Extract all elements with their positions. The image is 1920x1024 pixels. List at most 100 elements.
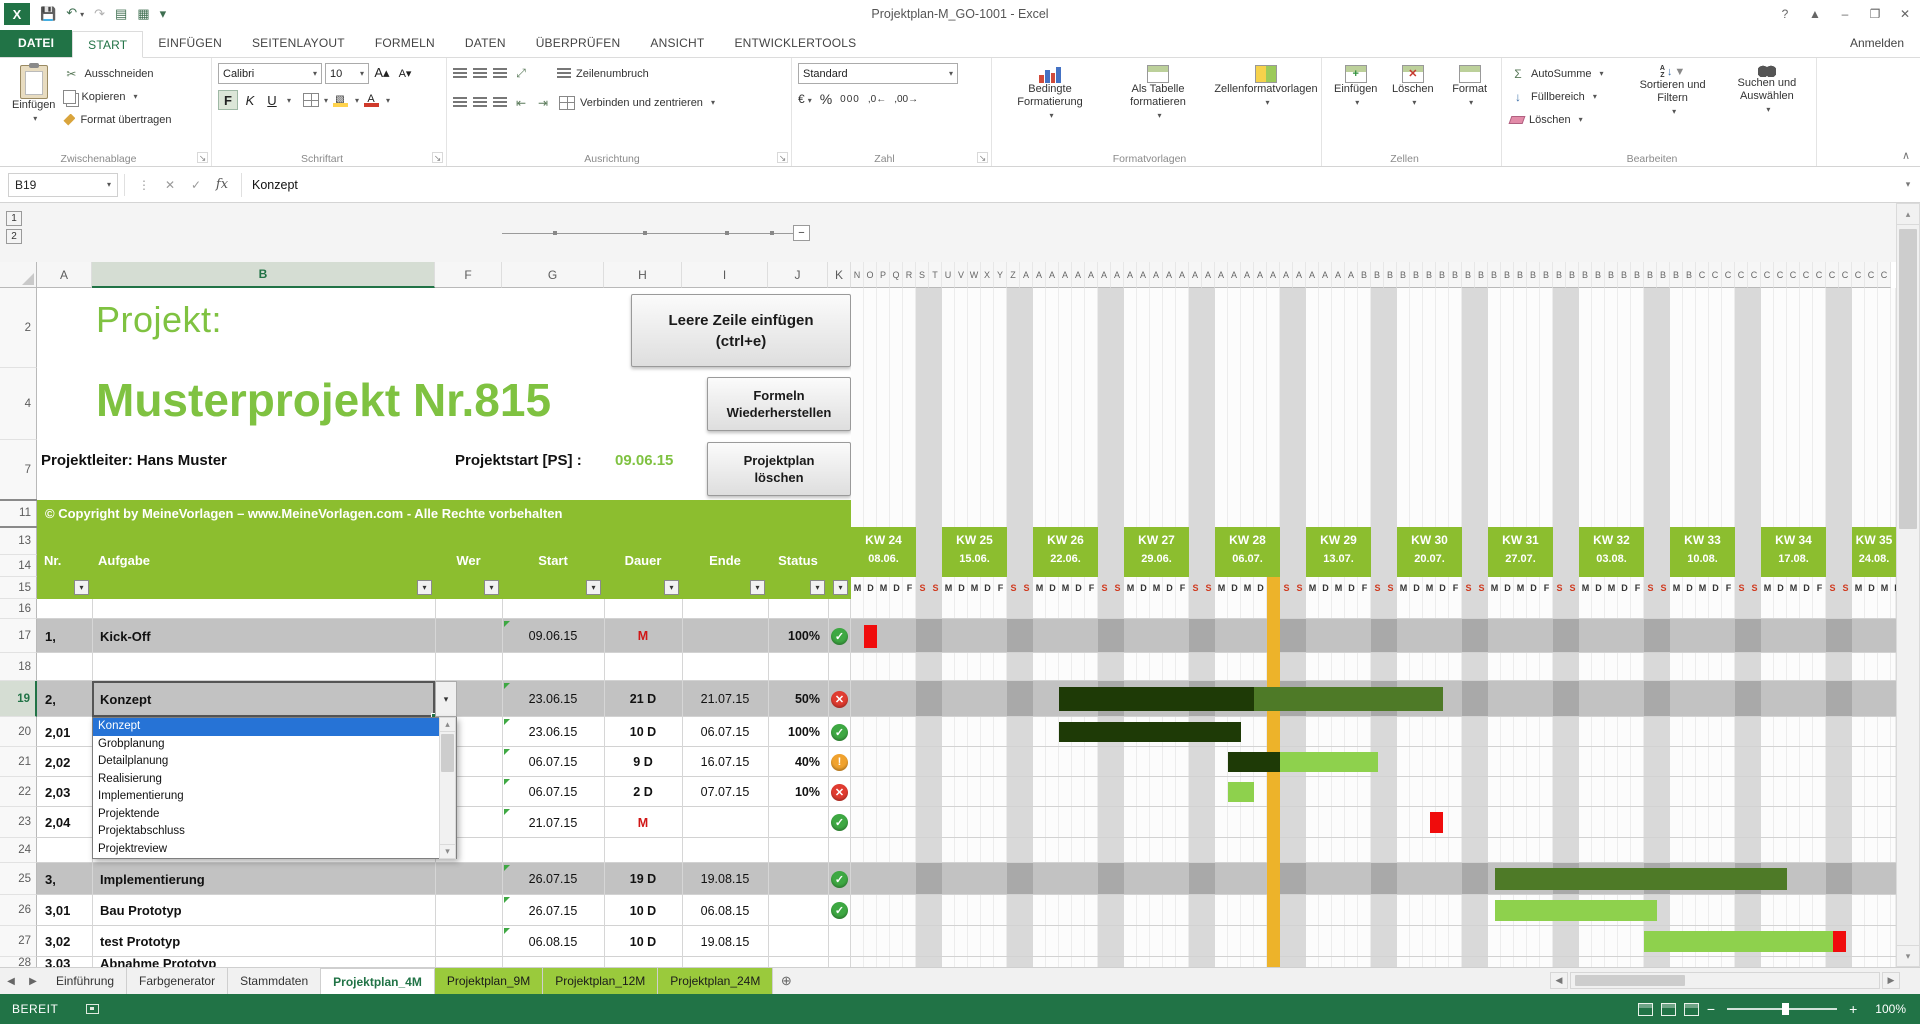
- tab-überprüfen[interactable]: ÜBERPRÜFEN: [521, 30, 636, 57]
- save-icon[interactable]: 💾: [40, 3, 56, 25]
- filter-button-J[interactable]: ▾: [810, 580, 825, 595]
- format-cells-button[interactable]: Format▾: [1442, 61, 1497, 150]
- column-header[interactable]: A: [1189, 262, 1202, 288]
- row-header-23[interactable]: 23: [0, 807, 37, 838]
- column-header[interactable]: A: [1267, 262, 1280, 288]
- column-header[interactable]: A: [1098, 262, 1111, 288]
- column-header[interactable]: A: [1046, 262, 1059, 288]
- filter-button-G[interactable]: ▾: [586, 580, 601, 595]
- row-header-20[interactable]: 20: [0, 717, 37, 747]
- column-header[interactable]: A: [1124, 262, 1137, 288]
- increase-decimal-icon[interactable]: ,0←: [868, 94, 886, 105]
- dropdown-item[interactable]: Projektende: [93, 806, 439, 824]
- dropdown-scroll-up-icon[interactable]: ▴: [439, 717, 456, 732]
- sheet-tab-einführung[interactable]: Einführung: [44, 968, 127, 994]
- new-sheet-icon[interactable]: ⊕: [773, 968, 799, 994]
- thousands-format-icon[interactable]: 000: [840, 94, 860, 105]
- align-right-icon[interactable]: [493, 97, 507, 108]
- column-header[interactable]: B: [1501, 262, 1514, 288]
- column-header-K[interactable]: K: [828, 262, 851, 288]
- sheet-tab-projektplan_9m[interactable]: Projektplan_9M: [435, 968, 543, 994]
- column-header[interactable]: B: [1514, 262, 1527, 288]
- name-box[interactable]: B19▾: [8, 173, 118, 197]
- column-header[interactable]: Y: [994, 262, 1007, 288]
- dropdown-item[interactable]: Grobplanung: [93, 736, 439, 754]
- column-header[interactable]: V: [955, 262, 968, 288]
- column-header[interactable]: A: [1241, 262, 1254, 288]
- copy-button[interactable]: Kopieren▾: [61, 86, 173, 107]
- column-header[interactable]: C: [1813, 262, 1826, 288]
- column-header[interactable]: A: [1085, 262, 1098, 288]
- formula-content[interactable]: Konzept: [241, 173, 1896, 197]
- hscroll-right-icon[interactable]: ▶: [1882, 972, 1900, 989]
- column-header[interactable]: B: [1488, 262, 1501, 288]
- column-header[interactable]: B: [1449, 262, 1462, 288]
- dialog-launcher-icon[interactable]: ↘: [777, 152, 788, 163]
- column-header[interactable]: Z: [1007, 262, 1020, 288]
- column-header[interactable]: A: [1020, 262, 1033, 288]
- collapse-group-button[interactable]: −: [793, 225, 810, 241]
- column-header[interactable]: A: [1319, 262, 1332, 288]
- column-header[interactable]: A: [1332, 262, 1345, 288]
- redo-icon[interactable]: ↷: [94, 3, 105, 25]
- format-as-table-button[interactable]: Als Tabelle formatieren▾: [1106, 61, 1210, 150]
- column-header-F[interactable]: F: [435, 262, 502, 288]
- autosum-button[interactable]: ΣAutoSumme▾: [1508, 63, 1623, 84]
- number-format-select[interactable]: Standard▾: [798, 63, 958, 84]
- cell-styles-button[interactable]: Zellenformatvorlagen▾: [1214, 61, 1318, 150]
- row-header-16[interactable]: 16: [0, 599, 37, 619]
- fill-color-icon[interactable]: ▧: [330, 90, 350, 110]
- column-header[interactable]: A: [1306, 262, 1319, 288]
- align-center-icon[interactable]: [473, 97, 487, 108]
- minimize-icon[interactable]: –: [1830, 2, 1860, 26]
- column-header[interactable]: B: [1644, 262, 1657, 288]
- insert-cells-button[interactable]: + Einfügen▾: [1328, 61, 1383, 150]
- font-color-icon[interactable]: A: [361, 90, 381, 110]
- hscroll-thumb[interactable]: [1575, 975, 1685, 986]
- filter-button-H[interactable]: ▾: [664, 580, 679, 595]
- dropdown-item[interactable]: Realisierung: [93, 771, 439, 789]
- column-header[interactable]: C: [1878, 262, 1891, 288]
- column-header[interactable]: B: [1540, 262, 1553, 288]
- increase-font-icon[interactable]: A▴: [372, 63, 392, 83]
- column-header[interactable]: C: [1722, 262, 1735, 288]
- tab-einfügen[interactable]: EINFÜGEN: [143, 30, 237, 57]
- merge-center-button[interactable]: Verbinden und zentrieren▾: [557, 92, 717, 113]
- ribbon-display-options-icon[interactable]: ▲: [1800, 2, 1830, 26]
- print-preview-icon[interactable]: ▤: [115, 3, 127, 25]
- column-header[interactable]: R: [903, 262, 916, 288]
- column-header[interactable]: A: [1202, 262, 1215, 288]
- underline-button[interactable]: U: [262, 90, 282, 110]
- decrease-indent-icon[interactable]: ⇤: [513, 95, 529, 110]
- column-header[interactable]: C: [1865, 262, 1878, 288]
- zoom-thumb[interactable]: [1782, 1003, 1789, 1015]
- macro-record-icon[interactable]: [86, 1004, 99, 1014]
- column-header[interactable]: C: [1826, 262, 1839, 288]
- fill-button[interactable]: ↓Füllbereich▾: [1508, 86, 1623, 107]
- column-header[interactable]: A: [1111, 262, 1124, 288]
- column-header[interactable]: X: [981, 262, 994, 288]
- column-header[interactable]: A: [1176, 262, 1189, 288]
- page-break-view-icon[interactable]: [1684, 1003, 1699, 1016]
- column-header[interactable]: A: [1072, 262, 1085, 288]
- row-header-28[interactable]: 28: [0, 957, 37, 967]
- dropdown-item[interactable]: Implementierung: [93, 788, 439, 806]
- wrap-text-button[interactable]: Zeilenumbruch: [555, 63, 651, 84]
- filter-button-F[interactable]: ▾: [484, 580, 499, 595]
- tab-start[interactable]: START: [72, 31, 143, 58]
- column-header[interactable]: W: [968, 262, 981, 288]
- row-header-13[interactable]: 13: [0, 527, 37, 555]
- clear-button[interactable]: Löschen▾: [1508, 109, 1623, 130]
- row-header-19[interactable]: 19: [0, 681, 37, 717]
- sort-filter-button[interactable]: AZ↓▼ Sortieren und Filtern▾: [1629, 61, 1715, 150]
- column-header[interactable]: B: [1631, 262, 1644, 288]
- column-header[interactable]: B: [1670, 262, 1683, 288]
- column-header[interactable]: C: [1839, 262, 1852, 288]
- decrease-decimal-icon[interactable]: ,00→: [894, 94, 918, 105]
- vscroll-down-icon[interactable]: ▾: [1896, 945, 1920, 967]
- help-icon[interactable]: ?: [1770, 2, 1800, 26]
- column-header[interactable]: A: [1137, 262, 1150, 288]
- tab-entwicklertools[interactable]: ENTWICKLERTOOLS: [719, 30, 871, 57]
- collapse-ribbon-icon[interactable]: ∧: [1902, 149, 1910, 162]
- column-header[interactable]: A: [1163, 262, 1176, 288]
